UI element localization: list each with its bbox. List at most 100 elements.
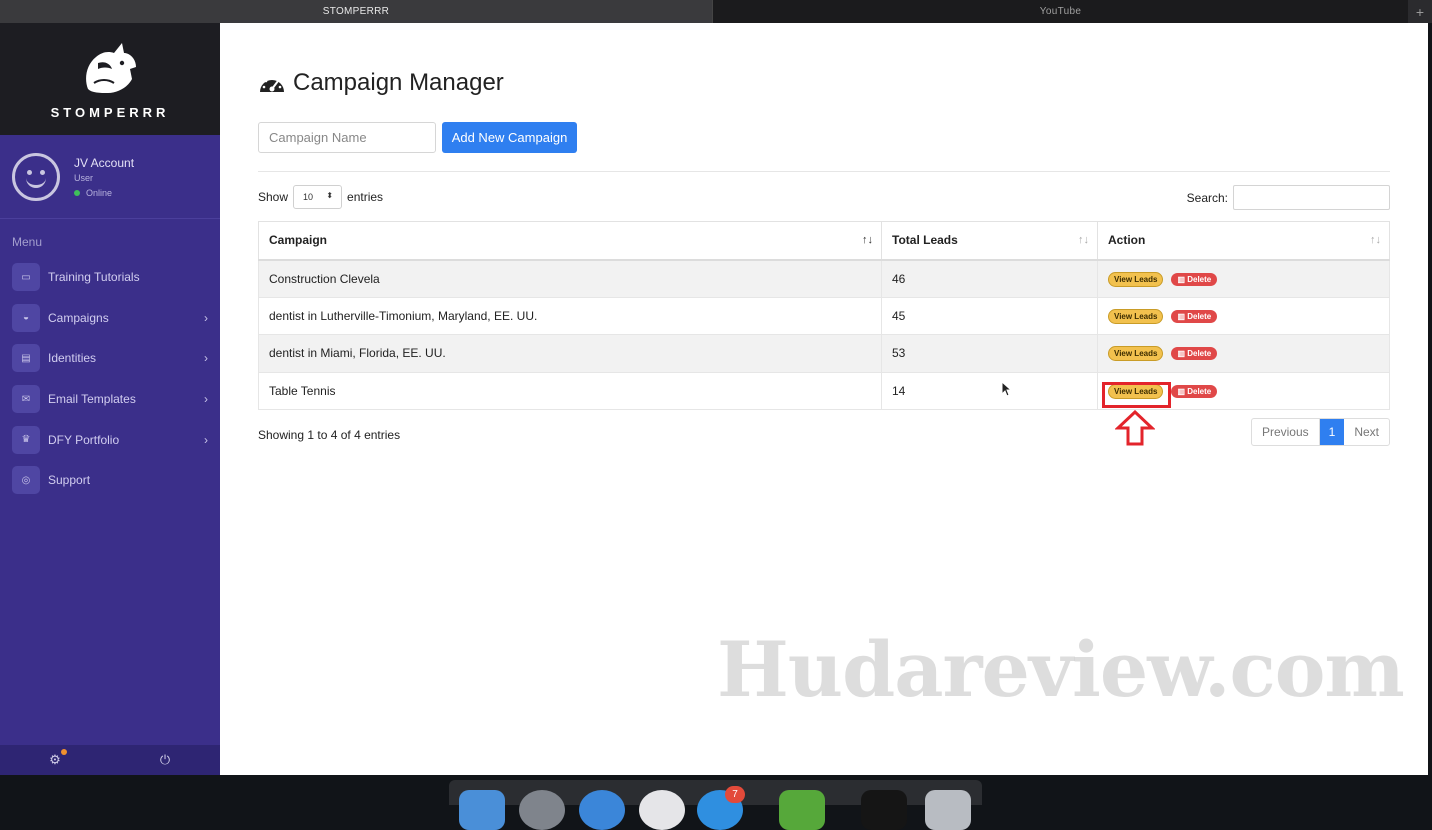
sort-asc-icon: ↑↓ [862, 234, 873, 246]
campaign-cell: dentist in Miami, Florida, EE. UU. [258, 334, 882, 373]
column-header-action[interactable]: Action ↑↓ [1097, 221, 1390, 261]
sidebar-item-label: Support [48, 473, 91, 488]
delete-button[interactable]: ▥ Delete [1171, 272, 1218, 286]
leads-cell: 53 [881, 334, 1098, 373]
table-row: Table Tennis 14 View Leads ▥ Delete [258, 371, 1390, 410]
chevron-right-icon: › [204, 310, 208, 325]
terminal-icon[interactable] [861, 790, 907, 830]
pagination-next[interactable]: Next [1344, 419, 1389, 445]
rhino-logo-icon [86, 42, 136, 93]
browser-tabstrip: STOMPERRR YouTube + [0, 0, 1432, 23]
gear-icon: ⚙ [49, 752, 61, 767]
page-title: Campaign Manager [258, 69, 504, 97]
id-card-icon: ▤ [12, 344, 40, 373]
user-status: Online [74, 188, 134, 198]
sort-icon: ↑↓ [1370, 234, 1381, 246]
delete-button[interactable]: ▥ Delete [1171, 384, 1218, 398]
sidebar-item-label: Email Templates [48, 392, 136, 407]
search-label: Search: [1186, 190, 1228, 205]
column-header-total-leads[interactable]: Total Leads ↑↓ [881, 221, 1098, 261]
main-content: Campaign Manager Add New Campaign Show 1… [220, 23, 1428, 775]
sidebar-item-identities[interactable]: ▤ Identities › [0, 338, 220, 379]
sidebar-item-label: Identities [48, 351, 97, 366]
action-cell: View Leads ▥ Delete [1097, 259, 1390, 298]
column-header-campaign[interactable]: Campaign ↑↓ [258, 221, 882, 261]
search-input[interactable] [1233, 185, 1390, 210]
entries-length-control: Show 10 ⬍ entries [258, 185, 383, 209]
sidebar-item-dfy-portfolio[interactable]: ♛ DFY Portfolio › [0, 419, 220, 460]
entries-select[interactable]: 10 ⬍ [293, 185, 343, 209]
show-label: Show [258, 190, 289, 204]
finder-icon[interactable] [459, 790, 505, 830]
safari-icon[interactable] [579, 790, 625, 830]
settings-button[interactable]: ⚙ [0, 745, 110, 775]
avatar [12, 152, 60, 201]
power-icon: ⏻ [159, 752, 171, 767]
browser-tab-youtube[interactable]: YouTube [712, 0, 1408, 23]
online-dot-icon [74, 189, 80, 196]
leads-cell: 46 [881, 259, 1098, 298]
pagination-page-1[interactable]: 1 [1319, 419, 1345, 445]
delete-button[interactable]: ▥ Delete [1171, 347, 1218, 361]
action-cell: View Leads ▥ Delete [1097, 296, 1390, 335]
delete-button[interactable]: ▥ Delete [1171, 309, 1218, 323]
sidebar-item-campaigns[interactable]: ◒ Campaigns › [0, 298, 220, 339]
trash-icon: ▥ [1177, 349, 1188, 359]
camtasia-icon[interactable] [779, 790, 825, 830]
sort-icon: ↑↓ [1078, 234, 1089, 246]
sidebar-item-email-templates[interactable]: ✉ Email Templates › [0, 379, 220, 420]
user-role: User [74, 172, 94, 183]
table-info: Showing 1 to 4 of 4 entries [258, 428, 401, 442]
logout-button[interactable]: ⏻ [110, 745, 220, 775]
entries-label: entries [347, 190, 384, 204]
notification-dot-icon [61, 749, 67, 755]
sidebar: STOMPERRR JV Account User Online Menu ▭ … [0, 23, 220, 775]
user-panel: JV Account User Online [0, 135, 220, 219]
chevron-right-icon: › [204, 432, 208, 447]
dock: 7 [449, 780, 982, 830]
annotation-highlight-box [1102, 382, 1171, 408]
select-arrows-icon: ⬍ [326, 191, 334, 200]
watermark: Hudareview.com [717, 625, 1405, 714]
launchpad-icon[interactable] [519, 790, 565, 830]
dashboard-icon: ◒ [12, 303, 40, 332]
table-row: dentist in Miami, Florida, EE. UU. 53 Vi… [258, 334, 1390, 373]
leads-cell: 45 [881, 296, 1098, 335]
divider [258, 171, 1390, 172]
campaign-name-input[interactable] [258, 122, 436, 153]
sidebar-item-training-tutorials[interactable]: ▭ Training Tutorials [0, 257, 220, 298]
life-ring-icon: ◎ [12, 466, 40, 495]
music-icon[interactable] [639, 790, 685, 830]
view-leads-button[interactable]: View Leads [1108, 308, 1164, 324]
campaign-cell: dentist in Lutherville-Timonium, Marylan… [258, 296, 882, 335]
table-row: dentist in Lutherville-Timonium, Marylan… [258, 296, 1390, 335]
browser-tab-stomperrr[interactable]: STOMPERRR [0, 0, 712, 23]
page-title-text: Campaign Manager [293, 69, 504, 96]
chevron-right-icon: › [204, 351, 208, 366]
brand-header[interactable]: STOMPERRR [0, 23, 220, 135]
pagination: Previous 1 Next [1250, 418, 1390, 446]
tutorials-icon: ▭ [12, 263, 40, 292]
annotation-up-arrow-icon [1115, 410, 1155, 446]
sidebar-footer: ⚙ ⏻ [0, 745, 220, 775]
notification-badge: 7 [725, 786, 745, 803]
new-tab-button[interactable]: + [1408, 0, 1432, 23]
sidebar-item-support[interactable]: ◎ Support [0, 460, 220, 501]
user-name: JV Account [74, 155, 135, 170]
leads-cell: 14 [881, 371, 1098, 410]
gauge-icon [260, 76, 284, 92]
action-cell: View Leads ▥ Delete [1097, 334, 1390, 373]
chevron-right-icon: › [204, 392, 208, 407]
crown-icon: ♛ [12, 425, 40, 454]
table-row: Construction Clevela 46 View Leads ▥ Dele… [258, 259, 1390, 298]
mouse-cursor-icon [1001, 381, 1013, 397]
trash-icon: ▥ [1177, 274, 1188, 284]
table-search: Search: [1187, 185, 1390, 210]
campaign-table: Campaign ↑↓ Total Leads ↑↓ Action ↑↓ Constr… [258, 221, 1390, 410]
add-new-campaign-button[interactable]: Add New Campaign [442, 122, 577, 153]
view-leads-button[interactable]: View Leads [1108, 346, 1164, 362]
view-leads-button[interactable]: View Leads [1108, 271, 1164, 287]
trash-icon[interactable] [925, 790, 971, 830]
pagination-previous[interactable]: Previous [1252, 419, 1320, 445]
campaign-cell: Construction Clevela [258, 259, 882, 298]
